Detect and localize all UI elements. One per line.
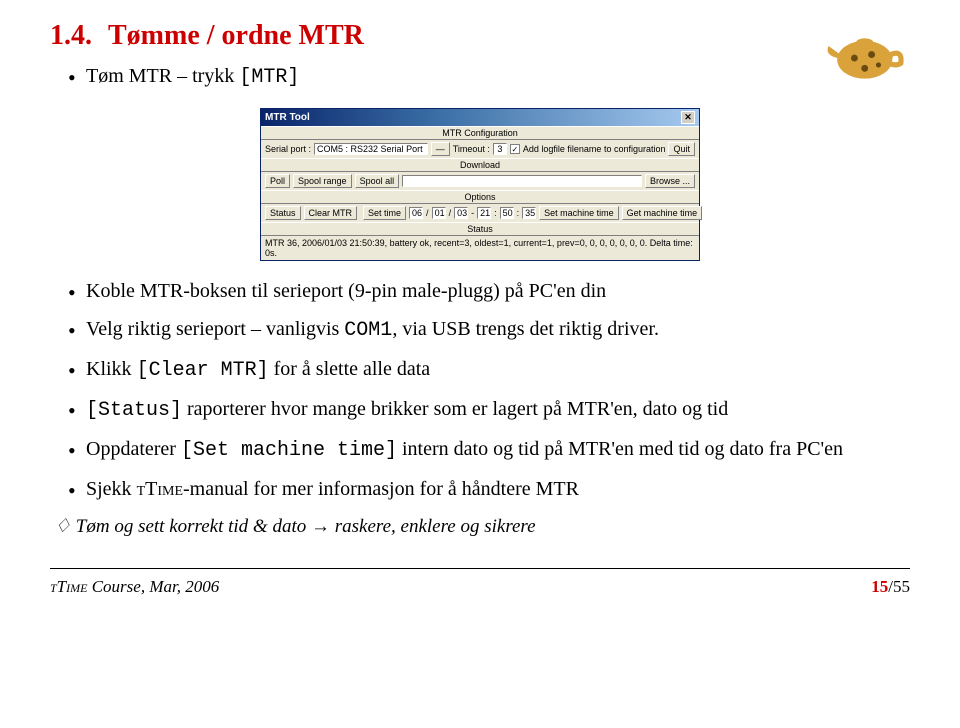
bullet-5: Oppdaterer [Set machine time] intern dat… xyxy=(68,433,910,467)
time-s[interactable]: 35 xyxy=(522,207,536,219)
bullet-4: [Status] raporterer hvor mange brikker s… xyxy=(68,393,910,427)
serial-port-label: Serial port : xyxy=(265,144,311,154)
download-header: Download xyxy=(261,158,699,172)
window-title: MTR Tool xyxy=(265,112,310,123)
footer-page: 15/55 xyxy=(871,577,910,597)
quit-button[interactable]: Quit xyxy=(668,142,695,156)
date-d[interactable]: 06 xyxy=(409,207,423,219)
timeout-field[interactable]: 3 xyxy=(493,143,507,155)
diamond-note: ♢ Tøm og sett korrekt tid & dato → raske… xyxy=(50,515,910,538)
status-button[interactable]: Status xyxy=(265,206,301,220)
bullet-6: Sjekk tTime-manual for mer informasjon f… xyxy=(68,473,910,505)
browse-button[interactable]: Browse ... xyxy=(645,174,695,188)
bullet-2: Velg riktig serieport – vanligvis COM1, … xyxy=(68,313,910,347)
date-m[interactable]: 01 xyxy=(432,207,446,219)
get-machine-time-button[interactable]: Get machine time xyxy=(622,206,703,220)
poll-button[interactable]: Poll xyxy=(265,174,290,188)
serial-dropdown[interactable]: — xyxy=(431,142,450,156)
set-machine-time-button[interactable]: Set machine time xyxy=(539,206,619,220)
close-icon[interactable]: ✕ xyxy=(681,111,695,124)
serial-port-field[interactable]: COM5 : RS232 Serial Port xyxy=(314,143,428,155)
path-field[interactable] xyxy=(402,175,642,187)
timeout-label: Timeout : xyxy=(453,144,490,154)
section-number: 1.4. xyxy=(50,20,92,51)
bullet-3: Klikk [Clear MTR] for å slette alle data xyxy=(68,353,910,387)
status-header: Status xyxy=(261,222,699,236)
text: Tøm MTR – trykk xyxy=(86,65,239,87)
bullet-1: Koble MTR-boksen til serieport (9-pin ma… xyxy=(68,275,910,307)
status-line: MTR 36, 2006/01/03 21:50:39, battery ok,… xyxy=(261,236,699,260)
config-header: MTR Configuration xyxy=(261,126,699,140)
addlog-checkbox[interactable]: ✓ xyxy=(510,144,520,154)
mtr-tool-window: MTR Tool ✕ MTR Configuration Serial port… xyxy=(260,108,700,261)
time-m[interactable]: 50 xyxy=(500,207,514,219)
spool-range-button[interactable]: Spool range xyxy=(293,174,352,188)
top-bullet: Tøm MTR – trykk [MTR] xyxy=(68,60,820,94)
spool-all-button[interactable]: Spool all xyxy=(355,174,400,188)
clear-mtr-button[interactable]: Clear MTR xyxy=(304,206,358,220)
set-time-button[interactable]: Set time xyxy=(363,206,406,220)
teapot-logo xyxy=(820,20,910,89)
date-y[interactable]: 03 xyxy=(454,207,468,219)
code: [MTR] xyxy=(239,66,299,89)
footer-left: tTime Course, Mar, 2006 xyxy=(50,577,219,597)
addlog-label: Add logfile filename to configuration xyxy=(523,144,666,154)
options-header: Options xyxy=(261,190,699,204)
footer-rule xyxy=(50,568,910,569)
time-h[interactable]: 21 xyxy=(477,207,491,219)
section-title: Tømme / ordne MTR xyxy=(108,20,364,51)
